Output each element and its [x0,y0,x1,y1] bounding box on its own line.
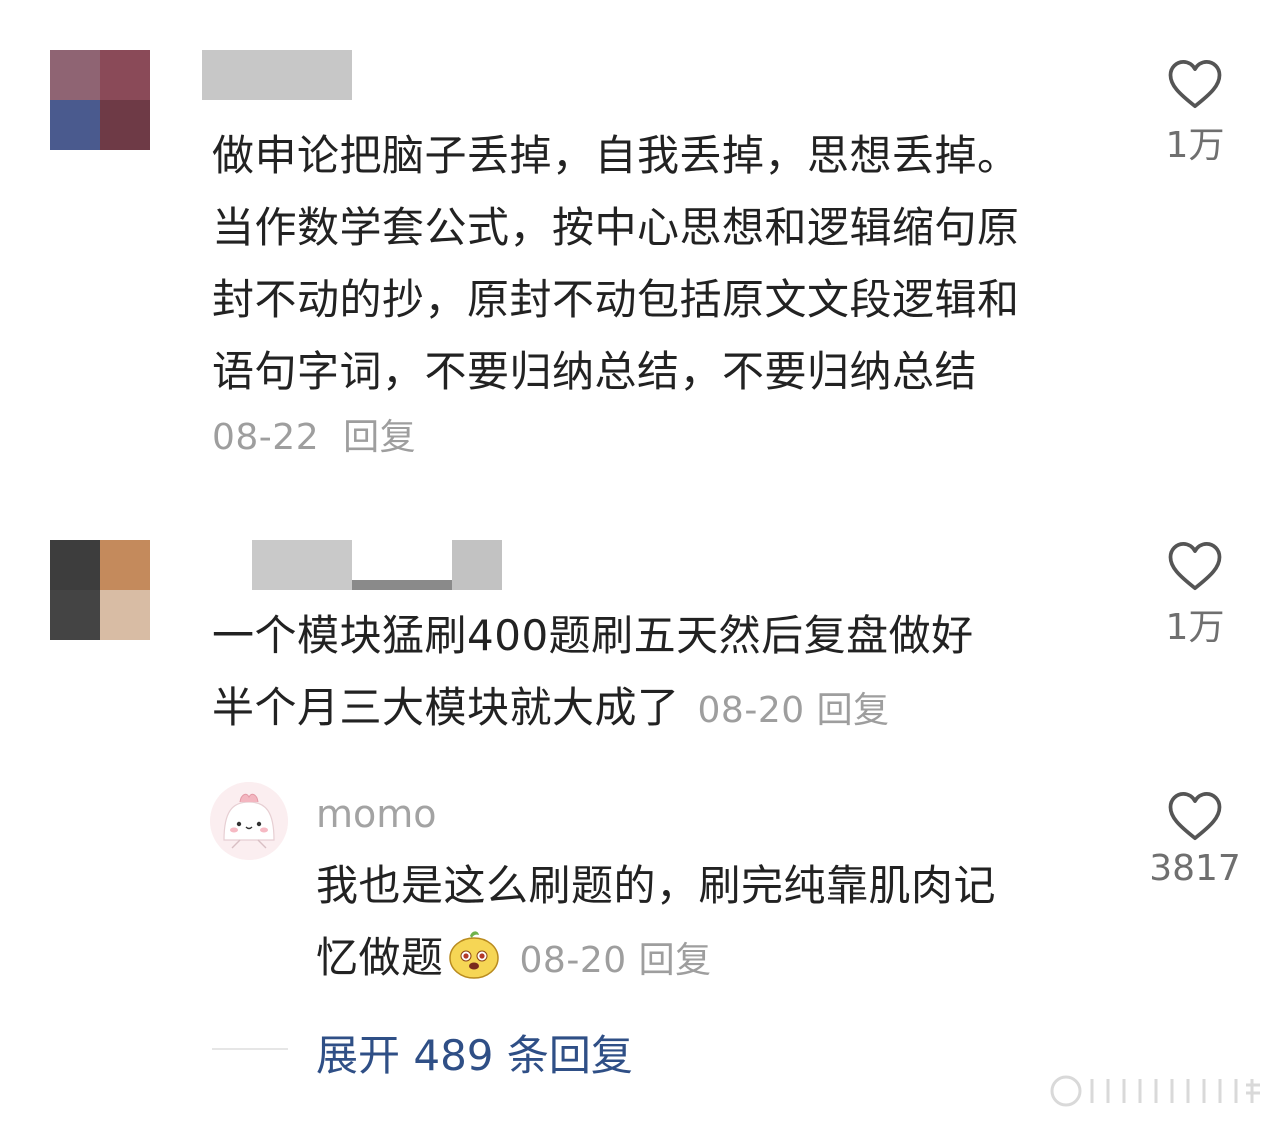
avatar[interactable] [50,50,150,150]
comment-line: 忆做题 [316,933,444,982]
like-control[interactable]: 3817 [1145,790,1245,889]
heart-icon[interactable] [1167,58,1223,110]
comment-date: 08-20 [519,940,627,981]
comment-line: 当作数学套公式，按中心思想和逻辑缩句原 [212,203,1020,252]
cartoon-avatar-icon [210,782,288,860]
username-redacted[interactable] [202,50,352,100]
like-count: 3817 [1149,848,1241,889]
avatar[interactable] [50,540,150,640]
like-control[interactable]: 1万 [1145,58,1245,168]
divider [212,1048,288,1050]
reply-body: 我也是这么刷题的，刷完纯靠肌肉记 忆做题 08-20 回复 [316,850,996,997]
username[interactable]: momo [316,792,437,836]
reply-button[interactable]: 回复 [639,940,712,981]
username-redacted [352,580,452,590]
comment-date: 08-22 [212,417,320,458]
comment-line: 一个模块猛刷400题刷五天然后复盘做好 [212,611,974,660]
reply-button[interactable]: 回复 [343,417,416,458]
watermark-logo [1050,1075,1260,1107]
expand-replies-button[interactable]: 展开 489 条回复 [316,1022,633,1083]
comment-line: 做申论把脑子丢掉，自我丢掉，思想丢掉。 [212,131,1020,180]
heart-icon[interactable] [1167,790,1223,842]
comment-body: 一个模块猛刷400题刷五天然后复盘做好 半个月三大模块就大成了 08-20 回复 [212,600,974,747]
avatar[interactable] [210,782,288,860]
comment-date: 08-20 [697,690,805,731]
emoji-sticker-icon [448,931,499,979]
like-count: 1万 [1165,607,1225,648]
reply-button[interactable]: 回复 [817,690,890,731]
heart-icon[interactable] [1167,540,1223,592]
username-redacted [452,540,502,590]
comment-line: 半个月三大模块就大成了 [212,683,680,732]
comment-body: 做申论把脑子丢掉，自我丢掉，思想丢掉。 当作数学套公式，按中心思想和逻辑缩句原 … [212,120,1020,468]
username-redacted[interactable] [252,540,352,590]
like-control[interactable]: 1万 [1145,540,1245,650]
like-count: 1万 [1165,125,1225,166]
comment-line: 语句字词，不要归纳总结，不要归纳总结 [212,347,978,396]
comment-line: 封不动的抄，原封不动包括原文文段逻辑和 [212,275,1020,324]
comment-line: 我也是这么刷题的，刷完纯靠肌肉记 [316,861,997,910]
